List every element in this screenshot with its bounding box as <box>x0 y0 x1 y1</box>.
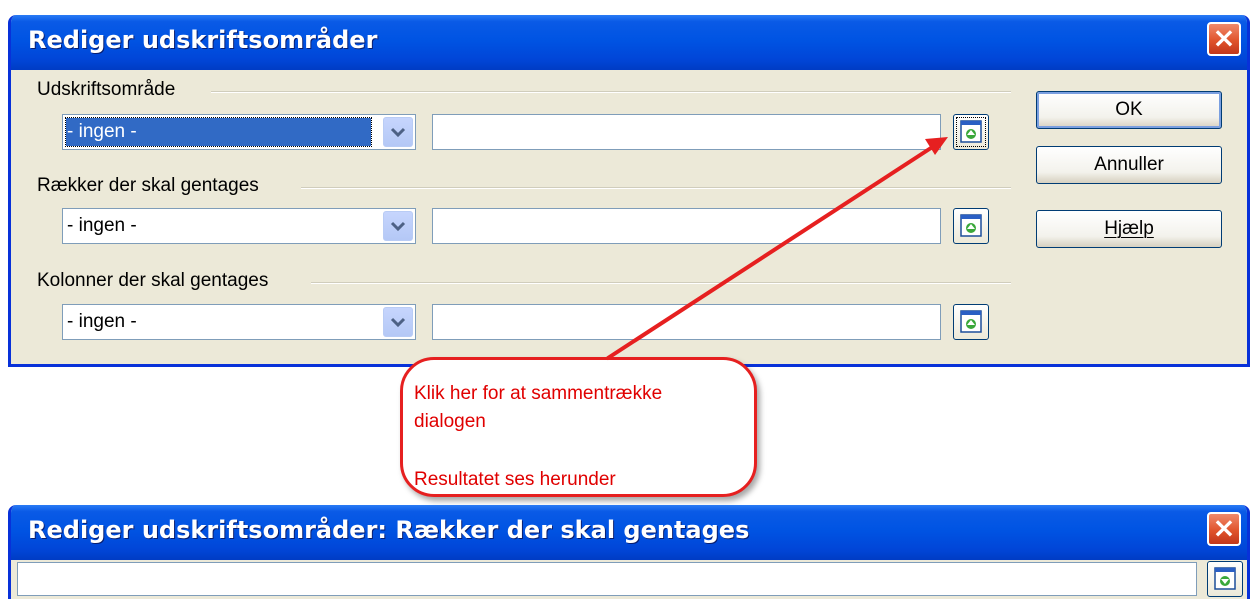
chevron-down-icon[interactable] <box>383 117 413 147</box>
edit-print-ranges-dialog: Rediger udskriftsområder × Udskriftsområ… <box>8 15 1250 367</box>
print-range-input[interactable] <box>432 114 941 150</box>
shrink-button-repeat-columns[interactable] <box>953 304 989 340</box>
combo-value: - ingen - <box>67 215 137 236</box>
repeat-rows-group-label: Rækker der skal gentages <box>37 175 267 197</box>
group-divider <box>311 282 1011 284</box>
shrink-dialog-icon <box>960 214 982 237</box>
ok-button[interactable]: OK <box>1036 91 1222 129</box>
repeat-columns-combo[interactable]: - ingen - <box>62 304 416 340</box>
expand-button[interactable] <box>1207 561 1243 597</box>
group-divider <box>211 91 1011 93</box>
shrink-dialog-icon <box>960 310 982 333</box>
title-bar[interactable]: Rediger udskriftsområder: Rækker der ska… <box>11 505 1247 560</box>
shrink-dialog-icon <box>960 120 982 143</box>
print-range-group-label: Udskriftsområde <box>37 79 184 101</box>
annotation-line-1: Klik her for at sammentrække <box>414 383 663 404</box>
repeat-rows-combo[interactable]: - ingen - <box>62 208 416 244</box>
combo-value: - ingen - <box>67 311 137 332</box>
chevron-down-icon[interactable] <box>383 211 413 241</box>
expand-dialog-icon <box>1214 567 1236 590</box>
repeat-columns-input[interactable] <box>432 304 941 340</box>
close-button[interactable]: × <box>1207 512 1241 546</box>
close-icon: × <box>1212 511 1236 544</box>
combo-value: - ingen - <box>65 117 372 147</box>
dialog-title: Rediger udskriftsområder <box>28 26 378 54</box>
annotation-line-3: Resultatet ses herunder <box>414 469 616 490</box>
range-input[interactable] <box>17 562 1197 596</box>
annotation-line-2: dialogen <box>414 411 486 432</box>
close-button[interactable]: × <box>1207 22 1241 56</box>
shrink-button-repeat-rows[interactable] <box>953 208 989 244</box>
title-bar[interactable]: Rediger udskriftsområder × <box>11 15 1247 70</box>
repeat-columns-group-label: Kolonner der skal gentages <box>37 270 277 292</box>
dialog-title: Rediger udskriftsområder: Rækker der ska… <box>28 516 750 544</box>
collapsed-dialog: Rediger udskriftsområder: Rækker der ska… <box>8 505 1250 599</box>
chevron-down-icon[interactable] <box>383 307 413 337</box>
shrink-button-print-range[interactable] <box>953 114 989 150</box>
repeat-rows-input[interactable] <box>432 208 941 244</box>
help-button[interactable]: Hjælp <box>1036 210 1222 248</box>
close-icon: × <box>1212 21 1236 54</box>
cancel-button[interactable]: Annuller <box>1036 146 1222 184</box>
group-divider <box>301 187 1011 189</box>
print-range-combo[interactable]: - ingen - <box>62 114 416 150</box>
annotation-callout: Klik her for at sammentrække dialogen Re… <box>400 357 757 497</box>
help-button-label: Hjælp <box>1104 218 1154 239</box>
